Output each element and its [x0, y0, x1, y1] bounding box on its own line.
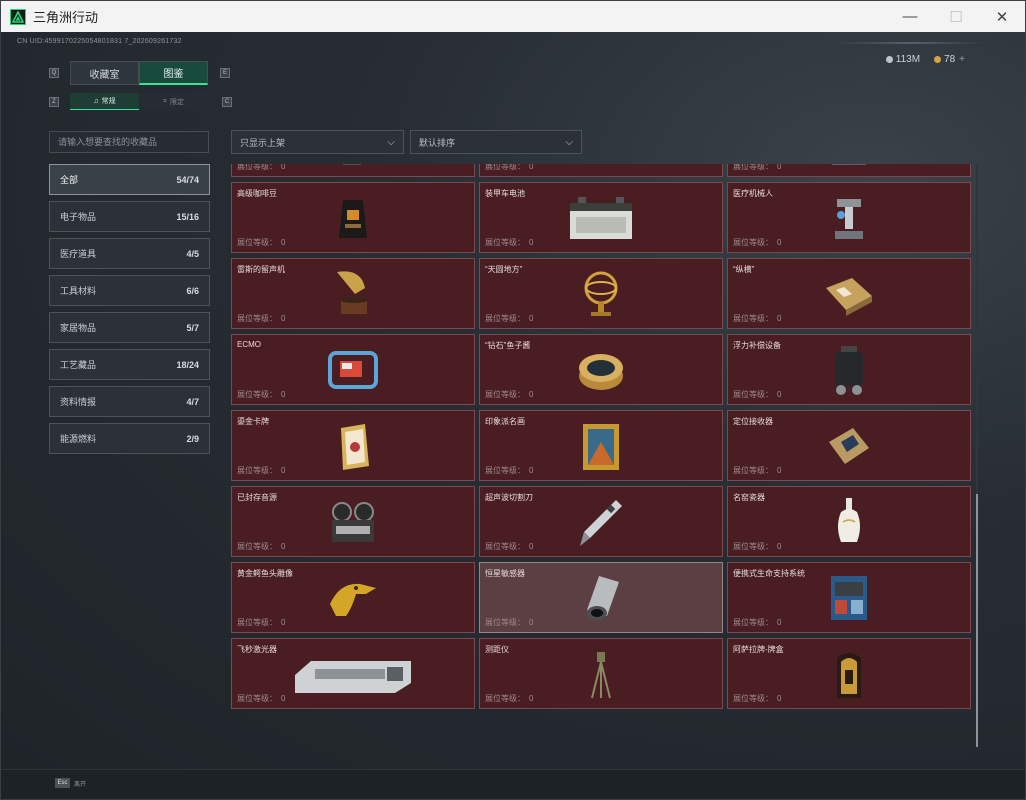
- category-household[interactable]: 家居物品 5/7: [49, 312, 210, 343]
- collection-card[interactable]: 展位等级： 0: [231, 164, 475, 177]
- category-energy[interactable]: 能源燃料 2/9: [49, 423, 210, 454]
- collection-card[interactable]: ECMO 展位等级： 0: [231, 334, 475, 405]
- gold-coin-icon: [934, 56, 942, 63]
- collection-card[interactable]: 雷斯的留声机 展位等级： 0: [231, 258, 475, 329]
- caviar-tin-icon: [566, 343, 636, 399]
- collection-card[interactable]: 医疗机械人 展位等级： 0: [727, 182, 971, 253]
- robot-mop-icon: [814, 164, 884, 171]
- grid-scrollbar[interactable]: [976, 164, 978, 747]
- category-tools[interactable]: 工具材料 6/6: [49, 275, 210, 306]
- chessboard-icon: [814, 267, 884, 323]
- star-sensor-icon: [566, 571, 636, 627]
- collection-card[interactable]: 超声波切割刀 展位等级： 0: [479, 486, 723, 557]
- category-all[interactable]: 全部 54/74: [49, 164, 210, 195]
- window-title: 三角洲行动: [33, 10, 99, 25]
- collection-card[interactable]: 高级咖啡豆 展位等级： 0: [231, 182, 475, 253]
- collection-grid: 展位等级： 0 展位等级： 0 展位等级： 0 高级咖啡豆 展位等级： 0 装甲…: [231, 164, 971, 709]
- collection-card[interactable]: 定位接收器 展位等级： 0: [727, 410, 971, 481]
- collection-card[interactable]: 飞秒激光器 展位等级： 0: [231, 638, 475, 709]
- collection-card[interactable]: 黄金鳄鱼头雕像 展位等级： 0: [231, 562, 475, 633]
- collection-card[interactable]: 已封存音源 展位等级： 0: [231, 486, 475, 557]
- add-currency-icon[interactable]: +: [959, 54, 965, 65]
- key-hint-q[interactable]: Q: [49, 68, 59, 78]
- currency-gold[interactable]: 78 +: [934, 54, 965, 65]
- scrollbar-thumb[interactable]: [976, 494, 978, 747]
- bottom-bar: Esc 离开: [1, 769, 1025, 799]
- tape-recorder-icon: [318, 495, 388, 551]
- chevron-down-icon: ⌵: [387, 136, 395, 148]
- gold-crocodile-icon: [318, 571, 388, 627]
- main-tabs: 收藏室 图鉴: [70, 61, 208, 85]
- close-button[interactable]: ✕: [979, 1, 1025, 32]
- search-input[interactable]: [49, 131, 209, 153]
- title-bar[interactable]: 三角洲行动 — ☐ ✕: [1, 1, 1025, 32]
- collection-grid-viewport[interactable]: 展位等级： 0 展位等级： 0 展位等级： 0 高级咖啡豆 展位等级： 0 装甲…: [231, 164, 974, 747]
- ultrasonic-knife-icon: [566, 495, 636, 551]
- receiver-icon: [814, 419, 884, 475]
- sub-tabs: ♫ 常规 ⌗ 限定: [70, 93, 208, 110]
- collection-card[interactable]: 名窑瓷器 展位等级： 0: [727, 486, 971, 557]
- display-filter-dropdown[interactable]: 只显示上架 ⌵: [231, 130, 404, 154]
- collection-card-selected[interactable]: 恒星敏感器 展位等级： 0: [479, 562, 723, 633]
- medical-robot-icon: [814, 191, 884, 247]
- category-electronics[interactable]: 电子物品 15/16: [49, 201, 210, 232]
- subtab-regular[interactable]: ♫ 常规: [70, 93, 139, 110]
- maximize-button[interactable]: ☐: [933, 1, 979, 32]
- key-hint-e[interactable]: E: [220, 68, 230, 78]
- exit-label: 离开: [74, 781, 87, 788]
- collection-card[interactable]: 便携式生命支持系统 展位等级： 0: [727, 562, 971, 633]
- tab-collection-room[interactable]: 收藏室: [70, 61, 139, 85]
- game-viewport: CN UID:4599170225054801831 7_20260926173…: [1, 32, 1025, 799]
- category-medical[interactable]: 医疗道具 4/5: [49, 238, 210, 269]
- delta-logo-icon: [10, 8, 26, 25]
- limited-icon: ⌗: [163, 97, 167, 105]
- armillary-icon: [566, 267, 636, 323]
- gramophone-icon: [318, 267, 388, 323]
- minimize-button[interactable]: —: [887, 1, 933, 32]
- collection-card[interactable]: 印象派名画 展位等级： 0: [479, 410, 723, 481]
- category-intel[interactable]: 资料情报 4/7: [49, 386, 210, 417]
- coffee-bag-icon: [318, 191, 388, 247]
- sort-dropdown[interactable]: 默认排序 ⌵: [410, 130, 582, 154]
- rangefinder-icon: [566, 647, 636, 703]
- collection-card[interactable]: 展位等级： 0: [727, 164, 971, 177]
- collection-card[interactable]: “纵横” 展位等级： 0: [727, 258, 971, 329]
- key-hint-z[interactable]: Z: [49, 97, 59, 107]
- server-icon: [566, 164, 636, 171]
- collection-card[interactable]: 装甲车电池 展位等级： 0: [479, 182, 723, 253]
- exit-button[interactable]: Esc 离开: [55, 778, 86, 788]
- porcelain-vase-icon: [814, 495, 884, 551]
- collection-card[interactable]: 展位等级： 0: [479, 164, 723, 177]
- gilded-card-icon: [318, 419, 388, 475]
- collection-card[interactable]: 阿萨拉牌-牌盒 展位等级： 0: [727, 638, 971, 709]
- silver-coin-icon: [885, 56, 893, 63]
- player-uid: CN UID:4599170225054801831 7_20260926173…: [17, 38, 182, 45]
- decorative-divider: [835, 42, 985, 44]
- buoyancy-device-icon: [814, 343, 884, 399]
- collection-card[interactable]: 鎏金卡牌 展位等级： 0: [231, 410, 475, 481]
- card-box-icon: [814, 647, 884, 703]
- category-list: 全部 54/74 电子物品 15/16 医疗道具 4/5 工具材料 6/6 家居物品 5/…: [49, 164, 210, 460]
- esc-key-hint: Esc: [55, 778, 70, 788]
- chevron-down-icon: ⌵: [565, 136, 573, 148]
- key-hint-c[interactable]: C: [222, 97, 232, 107]
- collection-card[interactable]: 浮力补偿设备 展位等级： 0: [727, 334, 971, 405]
- currency-bar: 113M 78 +: [885, 54, 965, 65]
- subtab-limited[interactable]: ⌗ 限定: [139, 93, 208, 110]
- collection-card[interactable]: “天圆地方” 展位等级： 0: [479, 258, 723, 329]
- category-crafts[interactable]: 工艺藏品 18/24: [49, 349, 210, 380]
- painting-icon: [566, 419, 636, 475]
- vacuum-cleaner-icon: [318, 164, 388, 171]
- music-note-icon: ♫: [93, 97, 99, 105]
- battery-icon: [566, 191, 636, 247]
- life-support-icon: [814, 571, 884, 627]
- collection-card[interactable]: “钻石”鱼子酱 展位等级： 0: [479, 334, 723, 405]
- femto-laser-icon: [288, 647, 418, 703]
- collection-card[interactable]: 测距仪 展位等级： 0: [479, 638, 723, 709]
- currency-silver: 113M: [885, 54, 920, 65]
- tab-codex[interactable]: 图鉴: [139, 61, 208, 85]
- ecmo-icon: [318, 343, 388, 399]
- app-window: 三角洲行动 — ☐ ✕ CN UID:4599170225054801831 7…: [0, 0, 1026, 800]
